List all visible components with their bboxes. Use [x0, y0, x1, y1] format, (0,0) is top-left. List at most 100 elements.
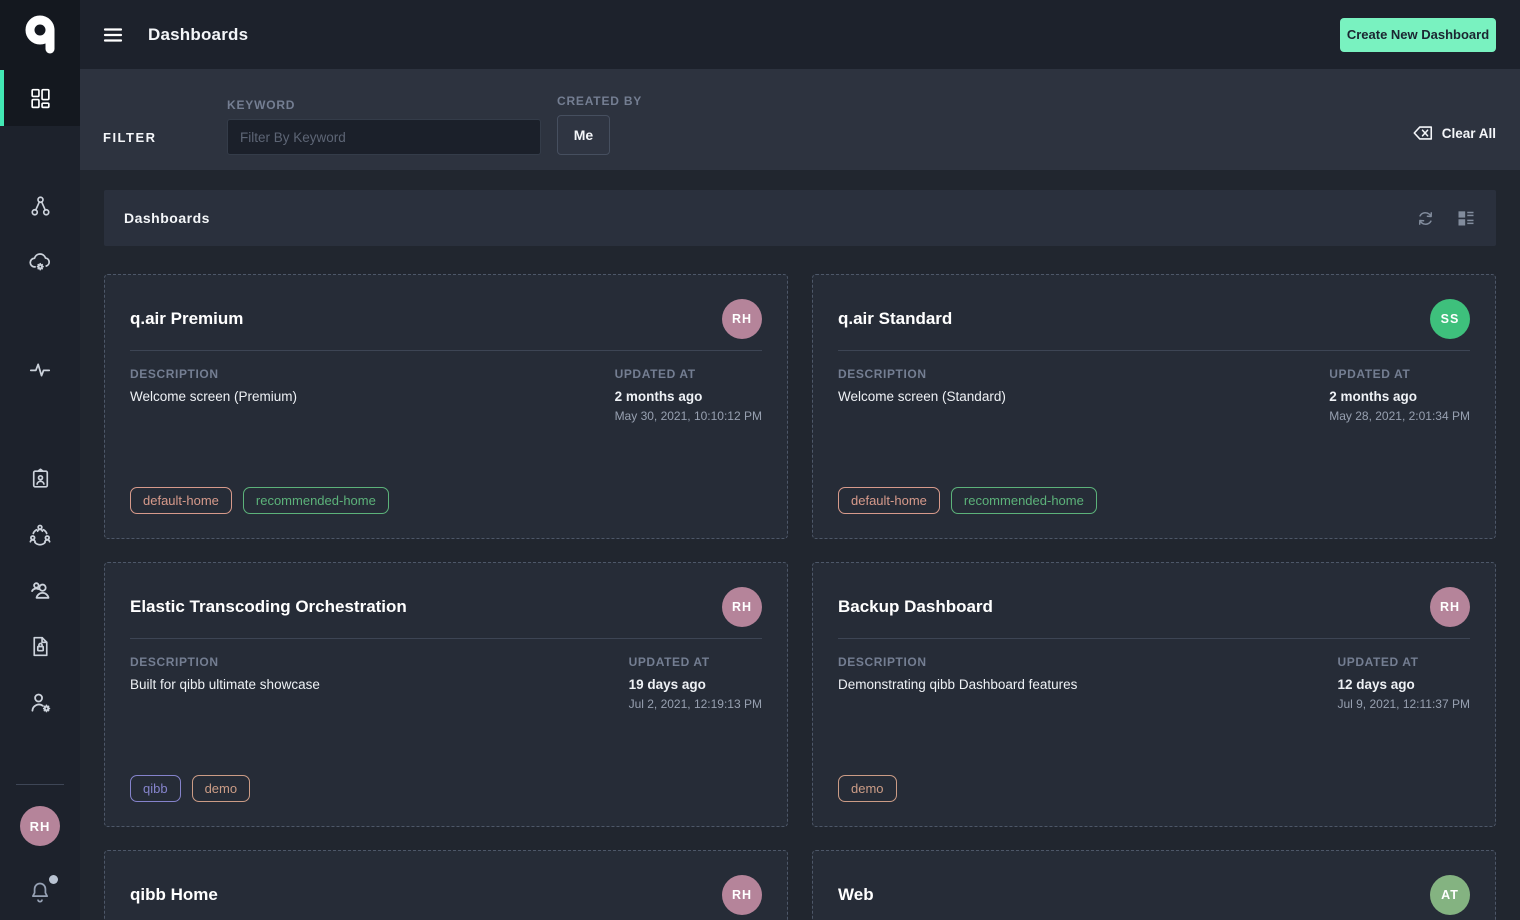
user-avatar[interactable]: RH: [20, 806, 60, 846]
refresh-icon[interactable]: [1415, 208, 1436, 229]
description-label: DESCRIPTION: [130, 367, 297, 381]
updated-at-label: UPDATED AT: [1337, 655, 1470, 669]
card-description: Demonstrating qibb Dashboard features: [838, 677, 1077, 692]
card-title: Web: [838, 885, 874, 905]
dashboard-cards-grid: q.air Premium RH DESCRIPTION Welcome screen…: [104, 274, 1496, 920]
card-title: q.air Standard: [838, 309, 952, 329]
top-header: Dashboards Create New Dashboard: [80, 0, 1520, 69]
card-description: Built for qibb ultimate showcase: [130, 677, 320, 692]
sidebar-item-secure-document[interactable]: [0, 618, 80, 674]
clear-filters-icon: [1412, 123, 1434, 143]
dashboard-card[interactable]: Backup Dashboard RH DESCRIPTION Demonstrati…: [812, 562, 1496, 827]
card-owner-avatar[interactable]: RH: [722, 587, 762, 627]
cloud-settings-icon: [27, 249, 53, 275]
updated-at-label: UPDATED AT: [629, 655, 762, 669]
tag-default-home[interactable]: default-home: [130, 487, 232, 514]
sidebar-item-node-graph[interactable]: [0, 178, 80, 234]
tag-demo[interactable]: demo: [838, 775, 897, 802]
section-title: Dashboards: [124, 210, 210, 226]
tag-row: default-home recommended-home: [130, 487, 762, 514]
updated-relative: 19 days ago: [629, 677, 762, 692]
updated-date: Jul 9, 2021, 12:11:37 PM: [1337, 697, 1470, 711]
sidebar-divider: [16, 784, 64, 785]
sidebar-item-activity[interactable]: [0, 342, 80, 398]
app-logo[interactable]: [0, 0, 80, 70]
updated-relative: 2 months ago: [1329, 389, 1470, 404]
card-title: Backup Dashboard: [838, 597, 993, 617]
card-divider: [838, 350, 1470, 351]
bell-icon: [27, 879, 53, 905]
updated-at-label: UPDATED AT: [615, 367, 762, 381]
user-settings-icon: [27, 689, 54, 716]
sidebar-item-community[interactable]: [0, 506, 80, 562]
card-owner-avatar[interactable]: RH: [722, 875, 762, 915]
card-description: Welcome screen (Premium): [130, 389, 297, 404]
dashboard-card[interactable]: q.air Premium RH DESCRIPTION Welcome screen…: [104, 274, 788, 539]
sidebar-nav: [0, 70, 80, 730]
description-label: DESCRIPTION: [130, 655, 320, 669]
description-label: DESCRIPTION: [838, 655, 1077, 669]
card-owner-avatar[interactable]: AT: [1430, 875, 1470, 915]
qibb-logo-icon: [19, 13, 61, 57]
sidebar: RH: [0, 0, 80, 920]
notification-dot: [49, 875, 58, 884]
tag-row: qibb demo: [130, 775, 762, 802]
sidebar-item-team[interactable]: [0, 562, 80, 618]
updated-date: May 28, 2021, 2:01:34 PM: [1329, 409, 1470, 423]
sidebar-item-dashboards[interactable]: [0, 70, 80, 126]
updated-relative: 2 months ago: [615, 389, 762, 404]
section-actions: [1415, 208, 1476, 229]
updated-at-label: UPDATED AT: [1329, 367, 1470, 381]
content-area: Dashboards: [80, 170, 1520, 920]
created-by-label: CREATED BY: [557, 94, 642, 108]
community-icon: [27, 521, 53, 547]
create-new-dashboard-button[interactable]: Create New Dashboard: [1340, 18, 1496, 52]
updated-relative: 12 days ago: [1337, 677, 1470, 692]
card-owner-avatar[interactable]: RH: [722, 299, 762, 339]
dashboard-card[interactable]: Elastic Transcoding Orchestration RH DESCR…: [104, 562, 788, 827]
card-owner-avatar[interactable]: RH: [1430, 587, 1470, 627]
card-divider: [130, 638, 762, 639]
filter-bar: FILTER KEYWORD CREATED BY Me Clear All: [80, 69, 1520, 170]
tag-default-home[interactable]: default-home: [838, 487, 940, 514]
dashboard-card[interactable]: Web AT: [812, 850, 1496, 920]
page-title: Dashboards: [148, 25, 248, 45]
clear-all-button[interactable]: Clear All: [1412, 123, 1496, 155]
sidebar-item-id-badge[interactable]: [0, 450, 80, 506]
tag-recommended-home[interactable]: recommended-home: [951, 487, 1097, 514]
tag-qibb[interactable]: qibb: [130, 775, 181, 802]
tag-recommended-home[interactable]: recommended-home: [243, 487, 389, 514]
tag-demo[interactable]: demo: [192, 775, 251, 802]
created-by-field-group: CREATED BY Me: [557, 94, 642, 155]
dashboard-card[interactable]: qibb Home RH: [104, 850, 788, 920]
keyword-field-group: KEYWORD: [227, 98, 541, 155]
sidebar-item-cloud-settings[interactable]: [0, 234, 80, 290]
card-title: q.air Premium: [130, 309, 243, 329]
section-header: Dashboards: [104, 190, 1496, 246]
card-owner-avatar[interactable]: SS: [1430, 299, 1470, 339]
card-title: qibb Home: [130, 885, 218, 905]
created-by-me-button[interactable]: Me: [557, 115, 610, 155]
card-divider: [838, 638, 1470, 639]
sidebar-item-user-settings[interactable]: [0, 674, 80, 730]
card-divider: [130, 350, 762, 351]
filter-label: FILTER: [103, 130, 227, 155]
notifications-bell[interactable]: [27, 879, 53, 910]
description-label: DESCRIPTION: [838, 367, 1006, 381]
clear-all-label: Clear All: [1442, 126, 1496, 141]
activity-icon: [27, 357, 53, 383]
main-area: Dashboards Create New Dashboard FILTER K…: [80, 0, 1520, 920]
dashboard-card[interactable]: q.air Standard SS DESCRIPTION Welcome scree…: [812, 274, 1496, 539]
card-description: Welcome screen (Standard): [838, 389, 1006, 404]
menu-toggle-button[interactable]: [101, 23, 125, 47]
secure-document-icon: [28, 634, 53, 659]
keyword-input[interactable]: [227, 119, 541, 155]
dashboards-icon: [28, 86, 53, 111]
team-icon: [27, 577, 54, 604]
tag-row: demo: [838, 775, 1470, 802]
updated-date: Jul 2, 2021, 12:19:13 PM: [629, 697, 762, 711]
sidebar-bottom: RH: [0, 784, 80, 920]
hamburger-icon: [101, 23, 125, 47]
list-view-icon[interactable]: [1456, 208, 1476, 228]
card-title: Elastic Transcoding Orchestration: [130, 597, 407, 617]
